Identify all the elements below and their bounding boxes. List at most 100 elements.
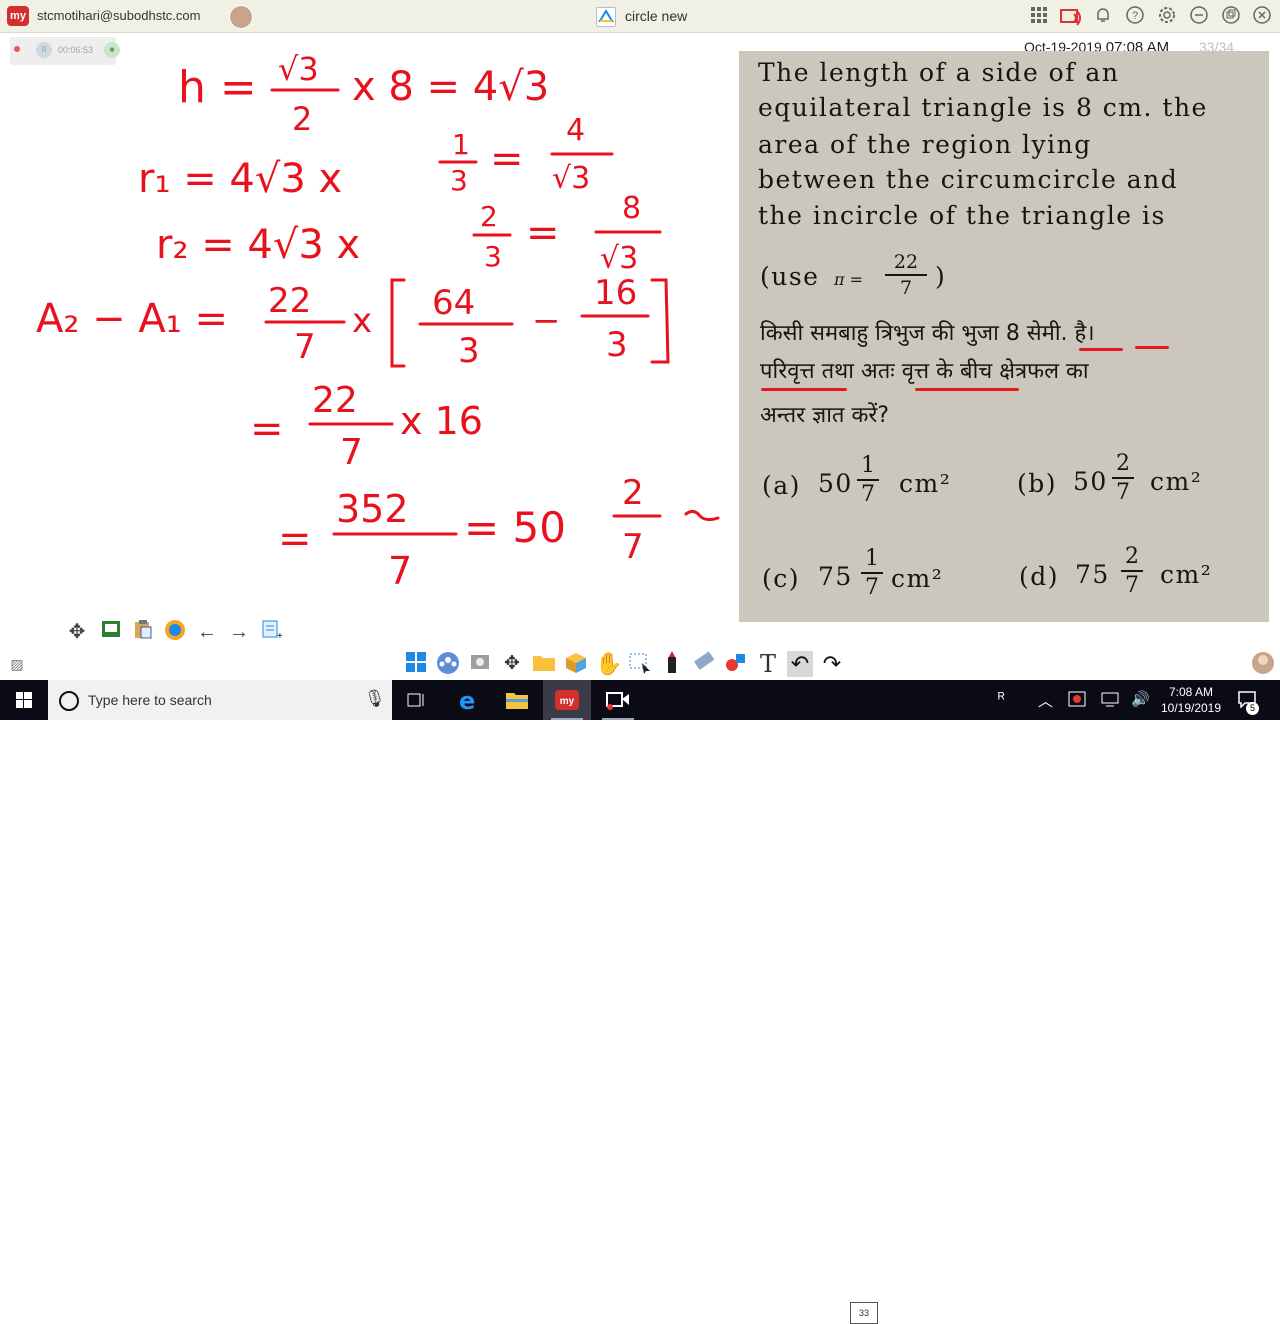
eraser-icon[interactable] [691, 651, 717, 677]
ink-h: h = [178, 62, 257, 113]
whiteboard-canvas[interactable]: h = √3 2 x 8 = 4√3 r₁ = 4√3 x 1 3 = 4 √3… [0, 32, 740, 622]
ink-3c: 3 [458, 331, 480, 371]
user-avatar[interactable] [229, 5, 253, 29]
clock-time: 7:08 AM [1168, 685, 1214, 699]
people-icon[interactable] [435, 651, 461, 677]
taskbar-search[interactable]: Type here to search 🎙 [48, 680, 392, 720]
ink-bracket-left [390, 278, 406, 368]
close-icon[interactable] [1252, 6, 1272, 26]
volume-icon[interactable]: 🔊 [1131, 690, 1150, 708]
people-tray-icon[interactable]: ᴿ [998, 690, 1005, 707]
ink-tick [684, 509, 720, 522]
clock-date: 10/19/2019 [1160, 701, 1222, 715]
account-email: stcmotihari@subodhstc.com [37, 8, 201, 23]
browser-icon[interactable] [162, 618, 188, 646]
ink-2b: 2 [480, 200, 498, 233]
svg-text:?: ? [1132, 10, 1138, 22]
ink-eq5: = [250, 406, 284, 452]
windows-icon[interactable] [403, 651, 429, 677]
arrow-left-icon[interactable]: ← [194, 618, 220, 646]
arrow-right-icon[interactable]: → [226, 618, 252, 646]
pi-numerator: 22 [893, 251, 919, 273]
edge-icon[interactable]: e [444, 680, 492, 720]
ink-x16: x 16 [400, 399, 483, 443]
restore-icon[interactable] [1221, 6, 1241, 26]
option-c-unit: cm² [891, 564, 944, 593]
chevron-up-icon[interactable]: ︿ [1038, 690, 1053, 711]
ink-1: 1 [452, 128, 470, 161]
grid-icon[interactable] [1029, 6, 1049, 26]
option-a-unit: cm² [899, 469, 952, 498]
marker-icon[interactable] [659, 651, 685, 677]
slide-icon[interactable] [98, 618, 124, 646]
document-title: circle new [625, 8, 688, 24]
question-line: the incircle of the triangle is [758, 201, 1166, 230]
ink-r2: r₂ = 4√3 x [156, 222, 360, 268]
option-c-label: (c) [762, 564, 801, 593]
image-icon[interactable]: ▨ [4, 651, 30, 677]
settings-icon[interactable] [1157, 6, 1177, 26]
bell-icon[interactable] [1093, 6, 1113, 26]
box-icon[interactable] [563, 651, 589, 677]
add-page-icon[interactable]: + [258, 618, 284, 646]
option-d-unit: cm² [1160, 560, 1213, 589]
underline-mark [1135, 346, 1169, 349]
myviewboard-task-icon[interactable]: my [543, 680, 591, 720]
page-number-badge[interactable]: 33 [850, 1302, 878, 1324]
svg-text:+: + [277, 631, 282, 640]
ink-7d: 7 [622, 527, 644, 567]
textbook-image: The length of a side of an equilateral t… [739, 51, 1269, 622]
option-a-den: 7 [861, 482, 875, 507]
option-c-fraction: 17 [861, 546, 883, 600]
microphone-icon[interactable]: 🎙 [364, 689, 386, 709]
underline-mark [915, 388, 1019, 391]
task-view-icon[interactable] [392, 680, 440, 720]
ink-eq2: = [490, 136, 524, 182]
recorder-task-icon[interactable] [594, 680, 642, 720]
system-clock[interactable]: 7:08 AM 10/19/2019 [1155, 684, 1227, 716]
redo-icon[interactable]: ↷ [819, 651, 845, 677]
option-a-num: 1 [861, 453, 875, 478]
undo-icon[interactable]: ↶ [787, 651, 813, 677]
ink-3d: 3 [606, 325, 628, 365]
move-tool-icon[interactable]: ✥ [499, 651, 525, 677]
hindi-line: किसी समबाहु त्रिभुज की भुजा 8 सेमी. है। [760, 321, 1095, 346]
option-c-den: 7 [865, 575, 879, 600]
shapes-icon[interactable] [723, 651, 749, 677]
ink-3b: 3 [484, 240, 502, 273]
ink-3: 3 [450, 164, 468, 197]
search-placeholder: Type here to search [88, 692, 212, 708]
move-icon[interactable]: ✥ [64, 618, 90, 646]
use-close: ) [935, 262, 947, 291]
option-b-label: (b) [1017, 469, 1058, 498]
option-b-unit: cm² [1150, 467, 1203, 496]
ink-352: 352 [336, 487, 409, 531]
file-explorer-icon[interactable] [493, 680, 541, 720]
ink-8: 8 [622, 191, 641, 226]
select-icon[interactable] [627, 651, 653, 677]
hindi-line: अन्तर ज्ञात करें? [760, 403, 890, 428]
folder-icon[interactable] [531, 651, 557, 677]
presenter-avatar[interactable] [1250, 651, 1276, 677]
question-line: equilateral triangle is 8 cm. the [758, 93, 1208, 122]
ink-a2a1: A₂ − A₁ = [36, 296, 228, 342]
option-c-num: 1 [865, 546, 879, 571]
ink-64: 64 [432, 283, 475, 323]
underline-mark [761, 388, 847, 391]
ink-eq3: = [526, 210, 560, 256]
screenshot-icon[interactable] [467, 651, 493, 677]
ink-22b: 22 [312, 380, 358, 421]
help-icon[interactable]: ? [1125, 6, 1145, 26]
minimize-icon[interactable] [1189, 6, 1209, 26]
question-line: between the circumcircle and [758, 165, 1179, 194]
hand-icon[interactable]: ✋ [595, 651, 622, 677]
option-a-whole: 50 [818, 469, 853, 498]
ink-bracket-right [650, 278, 670, 364]
cast-icon[interactable] [1060, 6, 1081, 26]
start-button[interactable] [0, 680, 48, 720]
option-d-den: 7 [1125, 573, 1139, 598]
text-tool-icon[interactable]: T [755, 651, 781, 677]
clipboard-icon[interactable] [130, 618, 156, 646]
antivirus-tray-icon[interactable] [1068, 690, 1086, 712]
network-icon[interactable] [1100, 690, 1120, 712]
